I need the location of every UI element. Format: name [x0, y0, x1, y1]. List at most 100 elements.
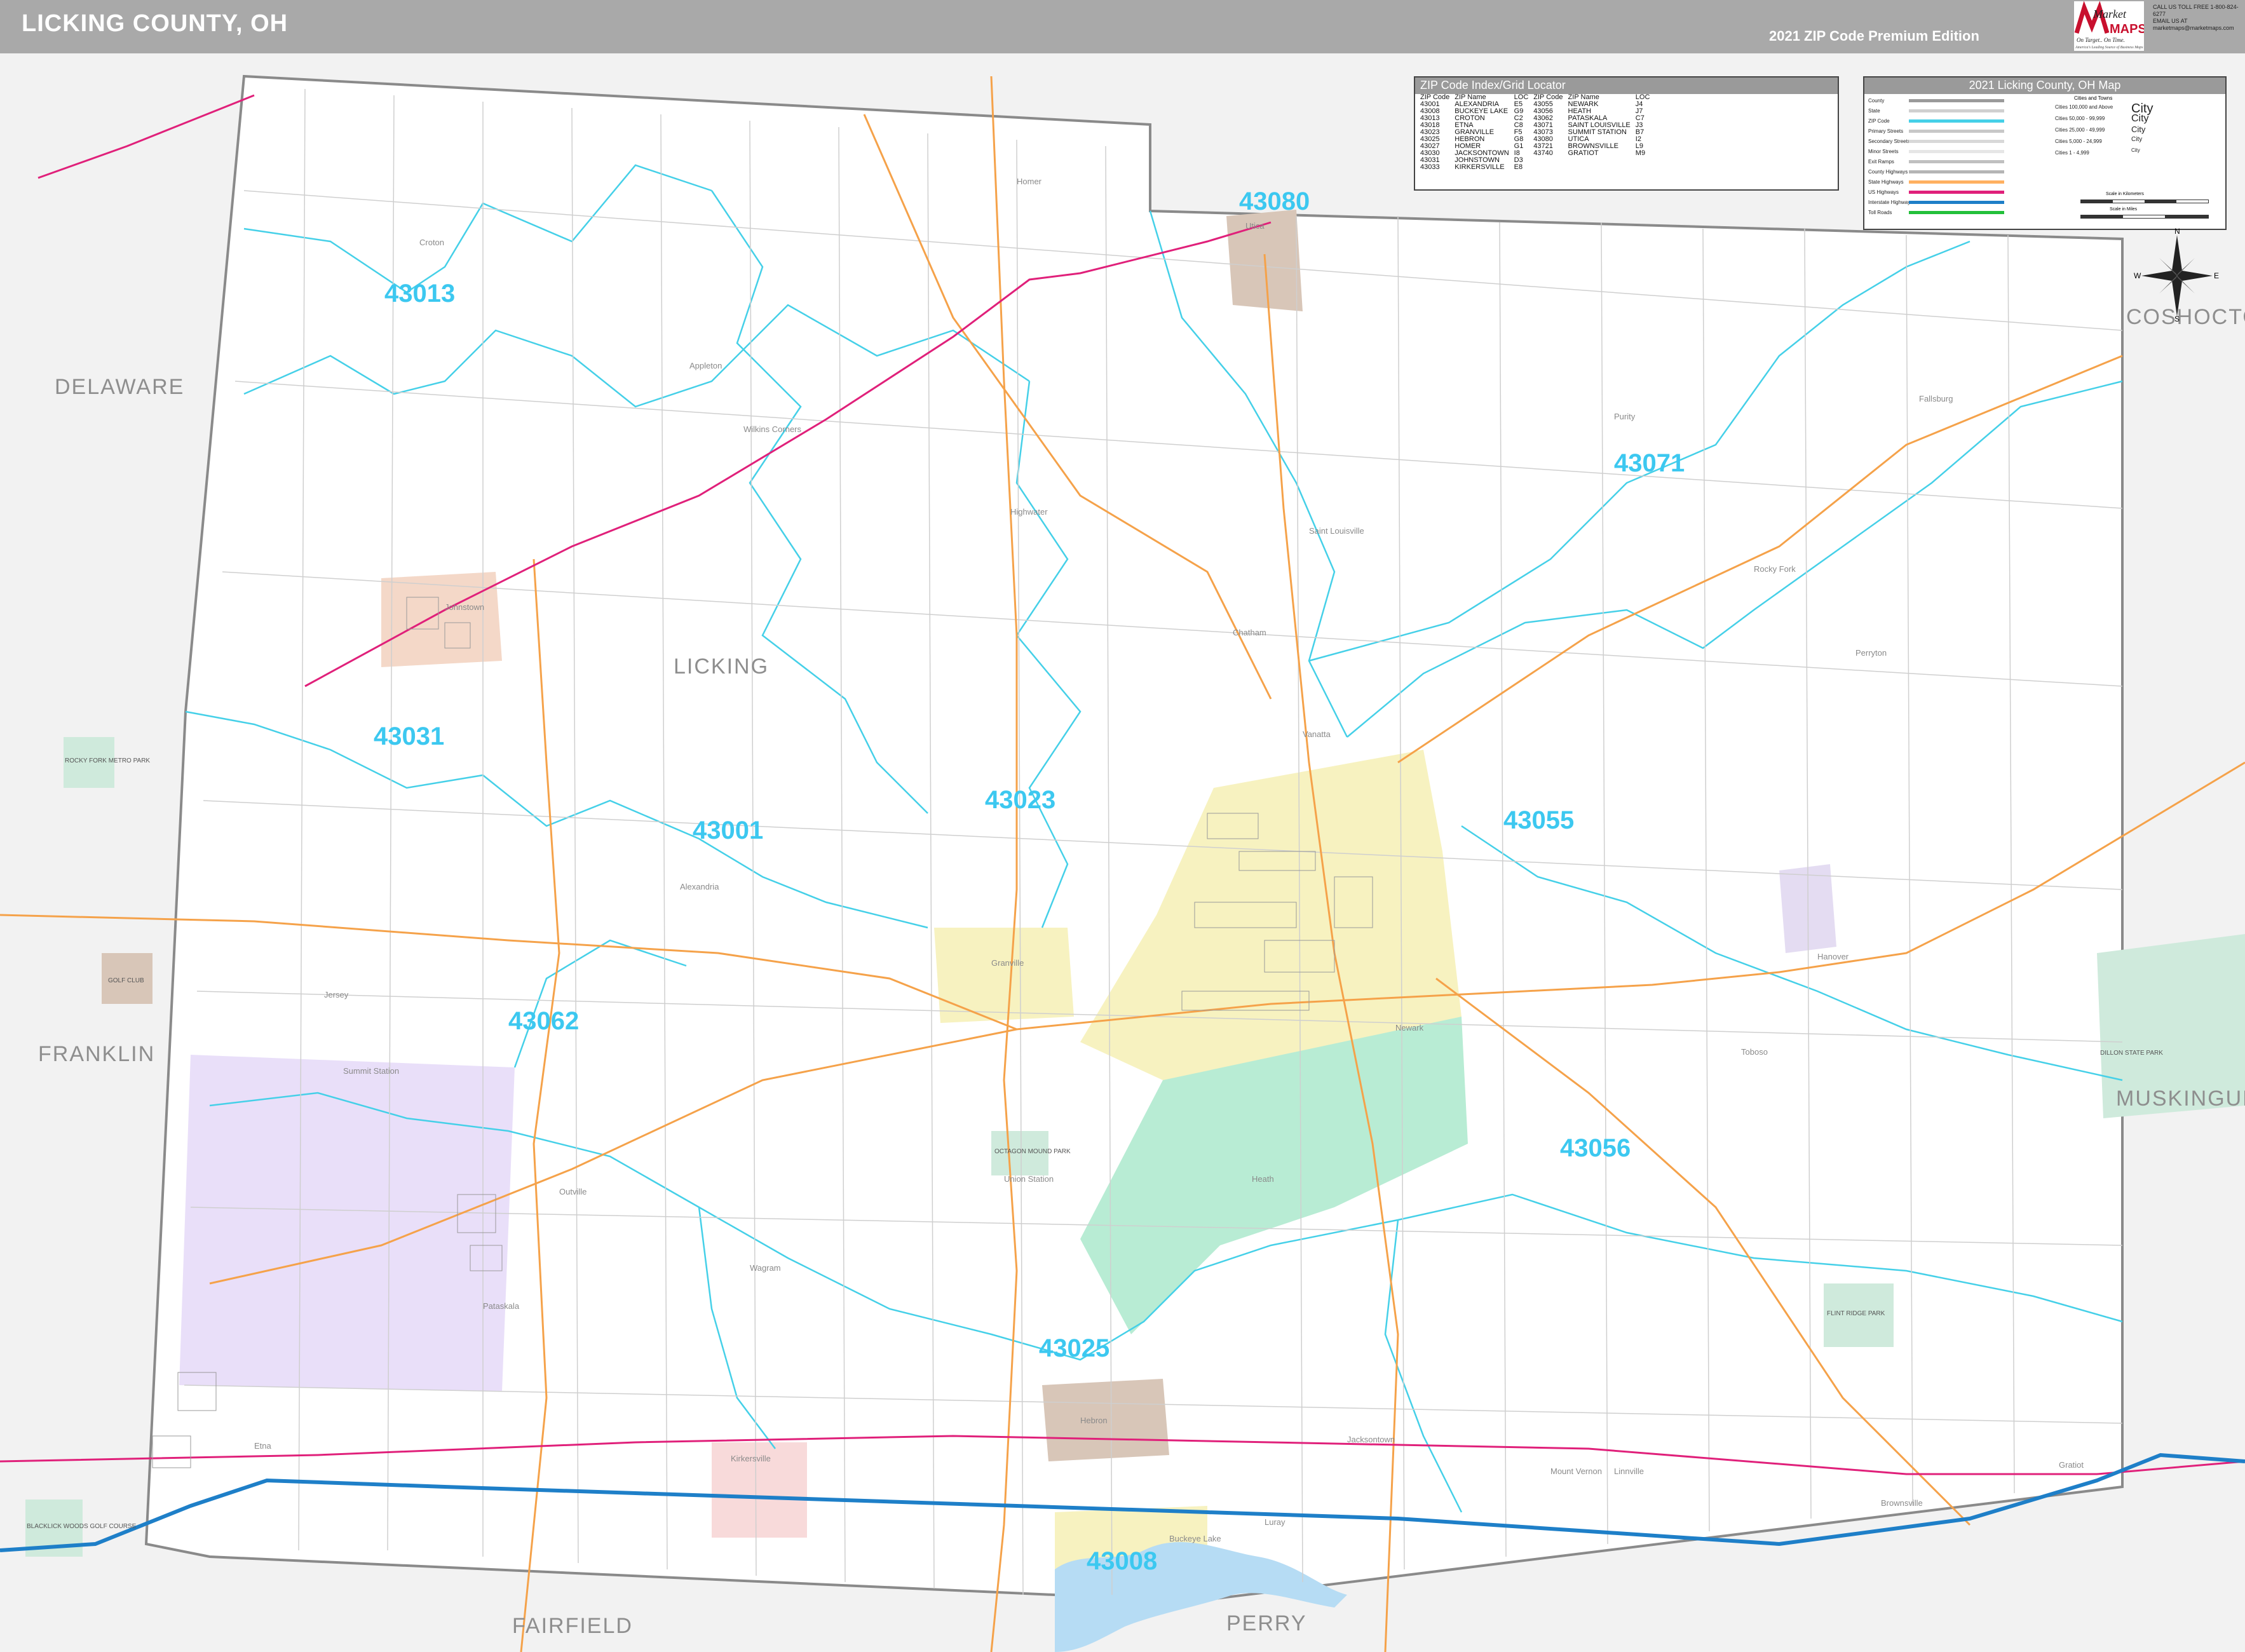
contact-web: EMAIL US AT marketmaps@marketmaps.com: [2153, 18, 2234, 31]
place-granville: Granville: [991, 958, 1024, 968]
svg-text:MAPS: MAPS: [2110, 22, 2144, 36]
blacklick-label: BLACKLICK WOODS GOLF COURSE: [27, 1523, 137, 1530]
legend-scale-mi: Scale in Miles: [2110, 207, 2138, 212]
place-outville: Outville: [559, 1187, 587, 1196]
legend-item-label: Primary Streets: [1868, 128, 1904, 134]
rocky-fork-park-label: ROCKY FORK METRO PARK: [65, 757, 150, 764]
legend-item-label: State: [1868, 108, 1880, 114]
legend-item-label: Toll Roads: [1868, 210, 1892, 215]
compass-n: N: [2174, 227, 2180, 236]
legend-item-swatch: [1909, 191, 2004, 194]
place-etna: Etna: [254, 1441, 272, 1451]
edition-label: 2021 ZIP Code Premium Edition: [1769, 28, 1979, 44]
mound-park-label: OCTAGON MOUND PARK: [994, 1148, 1071, 1155]
contact-phone: CALL US TOLL FREE 1-800-824-6277: [2153, 4, 2239, 17]
place-newark: Newark: [1395, 1023, 1424, 1032]
place-brownsville: Brownsville: [1881, 1498, 1923, 1508]
place-gratiot: Gratiot: [2059, 1460, 2084, 1470]
legend-city-sample: City: [2131, 125, 2146, 134]
place-mount-vernon: Mount Vernon: [1550, 1466, 1602, 1476]
place-summit-station: Summit Station: [343, 1066, 399, 1076]
place-highwater: Highwater: [1010, 507, 1048, 517]
legend-item-label: County: [1868, 98, 1885, 104]
zip-label-43023: 43023: [985, 786, 1055, 814]
neighbor-fairfield: FAIRFIELD: [512, 1614, 633, 1638]
zip-label-43031: 43031: [374, 722, 444, 750]
zip-label-43080: 43080: [1239, 187, 1310, 215]
legend-item-label: Interstate Highways: [1868, 200, 1913, 205]
legend-item-swatch: [1909, 160, 2004, 163]
zip-label-43071: 43071: [1614, 449, 1685, 477]
county-label-licking: LICKING: [674, 654, 769, 679]
svg-text:Market: Market: [2092, 8, 2127, 20]
county-map[interactable]: LICKING DELAWARE FRANKLIN COSHOCTON MUSK…: [0, 53, 2245, 1652]
zip-label-43062: 43062: [508, 1007, 579, 1035]
place-pataskala: Pataskala: [483, 1301, 520, 1311]
place-heath: Heath: [1252, 1174, 1274, 1184]
place-purity: Purity: [1614, 412, 1636, 421]
legend-item-label: US Highways: [1868, 189, 1899, 195]
dillon-label: DILLON STATE PARK: [2100, 1050, 2163, 1057]
place-luray: Luray: [1265, 1517, 1285, 1527]
neighbor-delaware: DELAWARE: [55, 375, 184, 399]
zip-index-row: 43033 KIRKERSVILLE E8: [1420, 163, 1523, 171]
legend-item-label: Exit Ramps: [1868, 159, 1894, 165]
flint-ridge-label: FLINT RIDGE PARK: [1827, 1310, 1885, 1317]
place-homer: Homer: [1017, 177, 1042, 186]
legend-item-label: State Highways: [1868, 179, 1904, 185]
zip-label-43008: 43008: [1087, 1547, 1157, 1575]
place-appleton: Appleton: [689, 361, 722, 370]
place-kirkersville: Kirkersville: [731, 1454, 771, 1463]
legend-item-label: County Highways: [1868, 169, 1908, 175]
neighbor-franklin: FRANKLIN: [38, 1042, 155, 1066]
place-utica: Utica: [1245, 221, 1265, 231]
legend-city-size-label: Cities 50,000 - 99,999: [2055, 116, 2105, 121]
market-maps-logo: Market MAPS On Target.. On Time. America…: [2074, 1, 2144, 51]
place-fallsburg: Fallsburg: [1919, 394, 1953, 403]
legend-item-swatch: [1909, 140, 2004, 143]
compass-s: S: [2174, 315, 2180, 322]
compass-rose: N S E W: [2134, 227, 2219, 322]
place-union-station: Union Station: [1004, 1174, 1054, 1184]
place-hebron: Hebron: [1080, 1416, 1108, 1425]
legend-city-size-label: Cities 100,000 and Above: [2055, 104, 2113, 110]
zip-index-table: ZIP Code ZIP Name LOC ZIP Code ZIP Name …: [1419, 94, 1653, 171]
compass-w: W: [2134, 271, 2141, 280]
map-title: LICKING COUNTY, OH: [22, 10, 288, 37]
place-wagram: Wagram: [750, 1263, 781, 1273]
place-jacksontown: Jacksontown: [1347, 1435, 1395, 1444]
place-hanover: Hanover: [1817, 952, 1849, 961]
legend-item-label: Secondary Streets: [1868, 139, 1910, 144]
legend-item-swatch: [1909, 211, 2004, 214]
legend-item-swatch: [1909, 170, 2004, 173]
compass-e: E: [2214, 271, 2219, 280]
legend-city-heading: Cities and Towns: [2074, 95, 2113, 101]
zip-area-43062: [179, 1055, 515, 1391]
place-vanatta: Vanatta: [1303, 729, 1331, 739]
legend-city-size-label: Cities 1 - 4,999: [2055, 150, 2089, 156]
legend-item-swatch: [1909, 99, 2004, 102]
zip-index-panel: ZIP Code Index/Grid Locator ZIP Code ZIP…: [1414, 76, 1839, 191]
legend-city-size-label: Cities 5,000 - 24,999: [2055, 139, 2102, 144]
legend-scale-bar-km: [2080, 200, 2209, 203]
map-header: LICKING COUNTY, OH 2021 ZIP Code Premium…: [0, 0, 2245, 53]
legend-item-swatch: [1909, 109, 2004, 112]
legend-item-swatch: [1909, 180, 2004, 184]
legend-item-swatch: [1909, 130, 2004, 133]
svg-text:America's Leading Source of Bu: America's Leading Source of Business Map…: [2075, 45, 2143, 50]
legend-item-swatch: [1909, 150, 2004, 153]
legend-item-label: ZIP Code: [1868, 118, 1890, 124]
zip-label-43025: 43025: [1039, 1334, 1109, 1362]
legend-scale-km: Scale in Kilometers: [2106, 192, 2144, 196]
place-buckeye-lake: Buckeye Lake: [1169, 1534, 1221, 1543]
zip-label-43055: 43055: [1503, 806, 1574, 834]
neighbor-muskingum: MUSKINGUM: [2116, 1087, 2245, 1111]
place-croton: Croton: [419, 238, 444, 247]
place-jersey: Jersey: [324, 990, 349, 999]
legend-city-sample: City: [2131, 113, 2149, 124]
legend-title: 2021 Licking County, OH Map: [1864, 78, 2225, 94]
legend-item-swatch: [1909, 119, 2004, 123]
place-perryton: Perryton: [1855, 648, 1887, 658]
legend-city-size-label: Cities 25,000 - 49,999: [2055, 127, 2105, 133]
zip-label-43013: 43013: [384, 280, 455, 308]
